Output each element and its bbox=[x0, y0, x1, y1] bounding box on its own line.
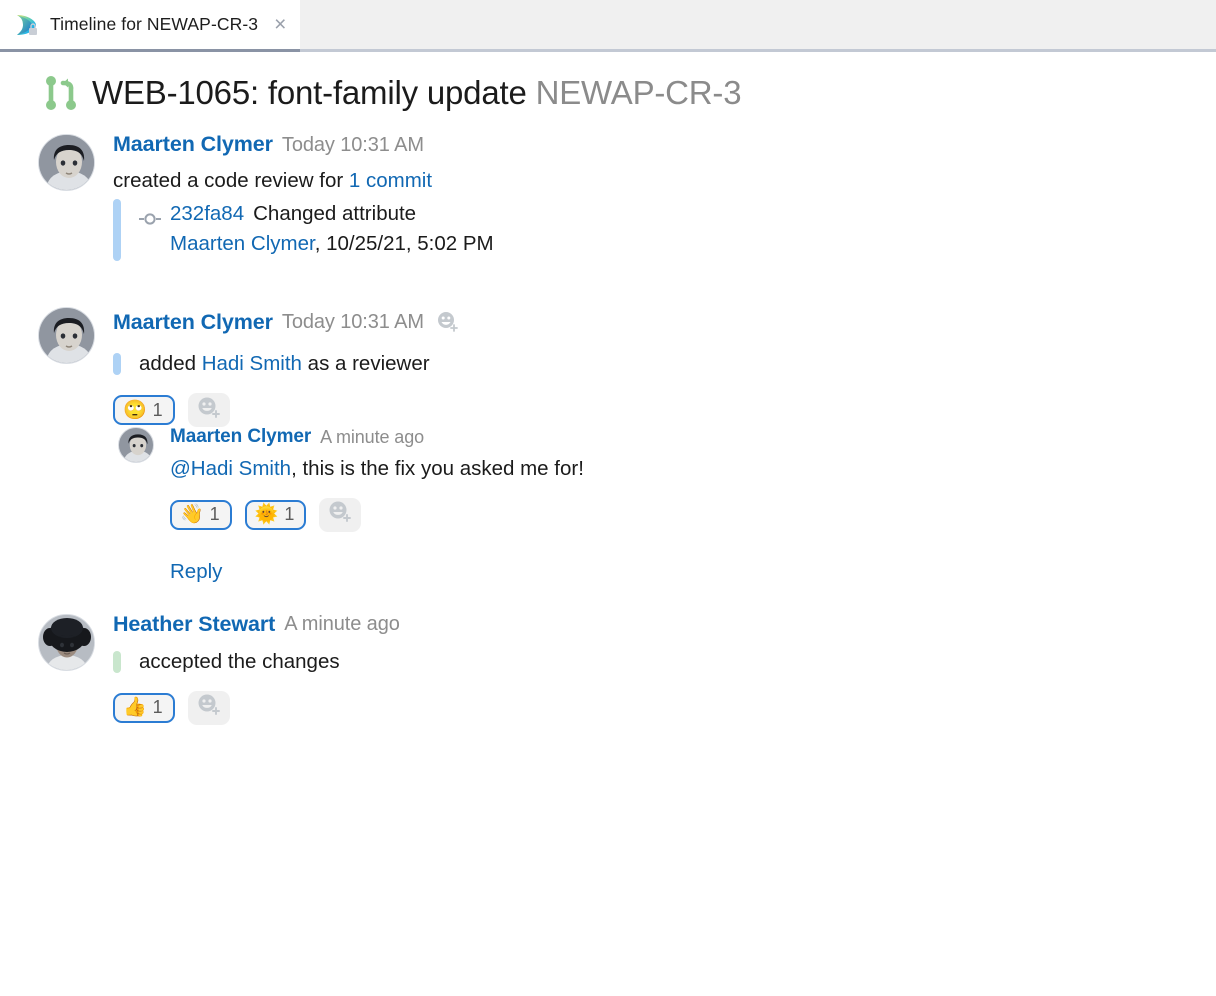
add-reaction-icon[interactable] bbox=[433, 307, 463, 337]
reviewer-link[interactable]: Hadi Smith bbox=[202, 352, 302, 375]
avatar-maarten-clymer[interactable] bbox=[38, 307, 95, 365]
entry-action-text: created a code review for 1 commit bbox=[113, 168, 1216, 194]
timeline-entry-accepted: Heather Stewart A minute ago accepted th… bbox=[38, 613, 1216, 725]
add-reaction-button[interactable] bbox=[319, 497, 362, 532]
action-prefix: created a code review for bbox=[113, 168, 349, 192]
timeline-entry-reply: Maarten Clymer A minute ago @Hadi Smith,… bbox=[118, 427, 1216, 584]
waving-hand-emoji: 👋 bbox=[180, 504, 204, 526]
entry-body: Maarten Clymer A minute ago @Hadi Smith,… bbox=[170, 427, 1216, 584]
thread-bar bbox=[113, 651, 121, 673]
entry-author[interactable]: Maarten Clymer bbox=[113, 311, 273, 334]
waving-hand-reaction[interactable]: 👋 1 bbox=[170, 499, 232, 530]
tab-timeline[interactable]: Timeline for NEWAP-CR-3 × bbox=[0, 0, 301, 52]
entry-timestamp: Today 10:31 AM bbox=[281, 133, 424, 156]
tab-title: Timeline for NEWAP-CR-3 bbox=[50, 14, 259, 34]
commit-count-link[interactable]: 1 commit bbox=[349, 169, 432, 192]
commit-block: 232fa84 Changed attribute Maarten Clymer… bbox=[113, 199, 1216, 262]
page-header: WEB-1065: font-family update NEWAP-CR-3 bbox=[0, 52, 1216, 112]
entry-body: Heather Stewart A minute ago accepted th… bbox=[113, 613, 1216, 725]
commit-author[interactable]: Maarten Clymer bbox=[170, 232, 315, 255]
reply-link[interactable]: Reply bbox=[170, 560, 222, 584]
entry-action-text: added Hadi Smith as a reviewer bbox=[113, 351, 1216, 377]
reaction-count: 1 bbox=[152, 697, 163, 718]
tab-strip: Timeline for NEWAP-CR-3 × bbox=[0, 0, 1216, 52]
entry-body: Maarten Clymer Today 10:31 AM added Hadi… bbox=[113, 307, 1216, 428]
close-icon[interactable]: × bbox=[274, 14, 286, 35]
add-reaction-button[interactable] bbox=[187, 690, 230, 725]
entry-author[interactable]: Maarten Clymer bbox=[113, 133, 273, 156]
timeline-entry-created-review: Maarten Clymer Today 10:31 AM created a … bbox=[38, 133, 1216, 262]
avatar-heather-stewart[interactable] bbox=[38, 613, 95, 671]
action-suffix: as a reviewer bbox=[301, 352, 430, 376]
entry-body: Maarten Clymer Today 10:31 AM created a … bbox=[113, 133, 1216, 262]
smiley-plus-icon bbox=[196, 692, 222, 723]
reaction-count: 1 bbox=[152, 399, 163, 420]
commit-line: 232fa84 Changed attribute bbox=[139, 201, 1216, 228]
entry-meta: Maarten Clymer Today 10:31 AM bbox=[113, 307, 1216, 337]
page-title-issue-key: NEWAP-CR-3 bbox=[535, 74, 742, 111]
thumbs-up-reaction[interactable]: 👍 1 bbox=[113, 692, 175, 723]
thread-bar bbox=[113, 199, 121, 262]
entry-meta: Maarten Clymer Today 10:31 AM bbox=[113, 133, 1216, 156]
entry-author[interactable]: Maarten Clymer bbox=[170, 427, 311, 446]
app-logo-lock-icon bbox=[14, 12, 40, 38]
thread-bar bbox=[113, 353, 121, 376]
rolling-eyes-reaction[interactable]: 🙄 1 bbox=[113, 395, 175, 426]
thumbs-up-emoji: 👍 bbox=[123, 697, 147, 719]
reaction-bar: 👍 1 bbox=[113, 690, 1216, 725]
reaction-count: 1 bbox=[209, 504, 220, 525]
commit-date: , 10/25/21, 5:02 PM bbox=[314, 231, 494, 255]
reaction-count: 1 bbox=[284, 504, 295, 525]
reaction-bar: 🙄 1 bbox=[113, 393, 1216, 428]
entry-meta: Maarten Clymer A minute ago bbox=[170, 427, 1216, 446]
commit-hash[interactable]: 232fa84 bbox=[170, 201, 244, 228]
rolling-eyes-emoji: 🙄 bbox=[123, 399, 147, 421]
page-title: WEB-1065: font-family update NEWAP-CR-3 bbox=[92, 74, 742, 112]
action-prefix: added bbox=[139, 352, 202, 376]
merge-request-icon bbox=[44, 74, 78, 112]
smiley-plus-icon bbox=[196, 395, 222, 426]
avatar-maarten-clymer[interactable] bbox=[118, 427, 154, 464]
commit-node-icon bbox=[139, 207, 161, 226]
action-label: accepted the changes bbox=[139, 650, 340, 674]
add-reaction-button[interactable] bbox=[187, 393, 230, 428]
comment-text: @Hadi Smith, this is the fix you asked m… bbox=[170, 456, 1216, 482]
entry-timestamp: A minute ago bbox=[320, 426, 425, 447]
mention-link[interactable]: @Hadi Smith bbox=[170, 457, 291, 480]
entry-author[interactable]: Heather Stewart bbox=[113, 613, 275, 636]
entry-timestamp: Today 10:31 AM bbox=[281, 311, 424, 334]
commit-message: Changed attribute bbox=[253, 202, 417, 226]
sun-with-face-reaction[interactable]: 🌞 1 bbox=[244, 499, 307, 530]
timeline-list: Maarten Clymer Today 10:31 AM created a … bbox=[0, 133, 1216, 725]
smiley-plus-icon bbox=[327, 499, 353, 530]
comment-rest: , this is the fix you asked me for! bbox=[291, 457, 584, 481]
entry-meta: Heather Stewart A minute ago bbox=[113, 613, 1216, 636]
entry-timestamp: A minute ago bbox=[284, 613, 400, 636]
reaction-bar: 👋 1 🌞 1 bbox=[170, 497, 1216, 532]
entry-action-text: accepted the changes bbox=[113, 649, 1216, 675]
timeline-entry-added-reviewer: Maarten Clymer Today 10:31 AM added Hadi… bbox=[38, 307, 1216, 428]
page-title-summary: WEB-1065: font-family update bbox=[92, 74, 527, 111]
sun-with-face-emoji: 🌞 bbox=[254, 504, 279, 526]
commit-submeta: Maarten Clymer, 10/25/21, 5:02 PM bbox=[170, 231, 1216, 258]
avatar-maarten-clymer[interactable] bbox=[38, 134, 95, 191]
